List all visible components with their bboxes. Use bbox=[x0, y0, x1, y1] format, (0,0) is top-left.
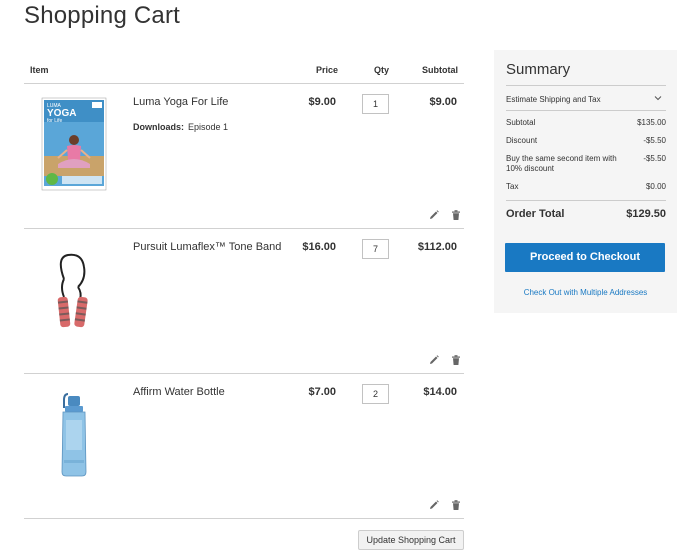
item-price: $7.00 bbox=[308, 386, 336, 398]
qty-input[interactable]: 2 bbox=[362, 384, 389, 404]
totals-value: -$5.50 bbox=[643, 136, 666, 145]
totals-row-subtotal: Subtotal $135.00 bbox=[506, 118, 666, 128]
product-name-link[interactable]: Pursuit Lumaflex™ Tone Band bbox=[133, 241, 281, 253]
item-subtotal: $14.00 bbox=[423, 386, 457, 398]
trash-icon[interactable] bbox=[450, 498, 462, 510]
order-total-value: $129.50 bbox=[626, 208, 666, 220]
totals-label: Discount bbox=[506, 136, 538, 145]
qty-input[interactable]: 7 bbox=[362, 239, 389, 259]
item-price: $9.00 bbox=[308, 96, 336, 108]
totals-row-discount: Discount -$5.50 bbox=[506, 136, 666, 146]
totals-label: Subtotal bbox=[506, 118, 536, 127]
item-price: $16.00 bbox=[302, 241, 336, 253]
totals-value: $0.00 bbox=[645, 182, 666, 191]
totals-list: Subtotal $135.00 Discount -$5.50 Buy the… bbox=[506, 118, 666, 200]
proceed-to-checkout-button[interactable]: Proceed to Checkout bbox=[505, 243, 665, 272]
page-title: Shopping Cart bbox=[24, 2, 181, 29]
estimate-shipping-toggle[interactable]: Estimate Shipping and Tax bbox=[506, 85, 666, 111]
summary-title: Summary bbox=[506, 61, 571, 78]
totals-label: Tax bbox=[506, 182, 519, 191]
qty-input[interactable]: 1 bbox=[362, 94, 389, 114]
pencil-icon[interactable] bbox=[428, 208, 440, 220]
totals-label: Buy the same second item with 10% discou… bbox=[506, 154, 617, 173]
multiple-addresses-link[interactable]: Check Out with Multiple Addresses bbox=[494, 288, 677, 297]
table-header: Item Price Qty Subtotal bbox=[24, 55, 464, 84]
pencil-icon[interactable] bbox=[428, 498, 440, 510]
estimate-shipping-label: Estimate Shipping and Tax bbox=[506, 95, 601, 104]
product-image-tone-band[interactable] bbox=[34, 239, 114, 339]
product-name-link[interactable]: Affirm Water Bottle bbox=[133, 386, 225, 398]
totals-row-promo: Buy the same second item with 10% discou… bbox=[506, 154, 666, 174]
chevron-down-icon bbox=[654, 96, 662, 101]
item-subtotal: $112.00 bbox=[417, 241, 457, 253]
product-image-yoga-dvd[interactable]: LUMA YOGA for Life bbox=[34, 94, 114, 194]
order-total: Order Total $129.50 bbox=[506, 200, 666, 220]
option-value: Episode 1 bbox=[188, 122, 229, 132]
dvd-tagline-text: for Life bbox=[47, 118, 63, 124]
cart-row-water-bottle: Affirm Water Bottle $7.00 2 $14.00 bbox=[24, 374, 464, 519]
cart-table: Item Price Qty Subtotal LUMA YOGA for Li… bbox=[24, 55, 464, 519]
totals-value: -$5.50 bbox=[643, 154, 666, 163]
update-cart-button[interactable]: Update Shopping Cart bbox=[358, 530, 464, 550]
order-total-label: Order Total bbox=[506, 208, 565, 220]
item-subtotal: $9.00 bbox=[429, 96, 457, 108]
product-option: Downloads: Episode 1 bbox=[133, 122, 228, 132]
header-qty: Qty bbox=[374, 65, 390, 75]
product-name-link[interactable]: Luma Yoga For Life bbox=[133, 96, 228, 108]
product-image-water-bottle[interactable] bbox=[34, 384, 114, 484]
totals-value: $135.00 bbox=[637, 118, 666, 127]
trash-icon[interactable] bbox=[450, 353, 462, 365]
pencil-icon[interactable] bbox=[428, 353, 440, 365]
header-price: Price bbox=[316, 65, 339, 75]
cart-row-yoga-dvd: LUMA YOGA for Life Luma Yoga For Life Do… bbox=[24, 84, 464, 229]
trash-icon[interactable] bbox=[450, 208, 462, 220]
cart-row-tone-band: Pursuit Lumaflex™ Tone Band $16.00 7 $11… bbox=[24, 229, 464, 374]
header-item: Item bbox=[30, 65, 49, 75]
totals-row-tax: Tax $0.00 bbox=[506, 182, 666, 192]
summary-panel: Summary Estimate Shipping and Tax Subtot… bbox=[494, 50, 677, 313]
header-subtotal: Subtotal bbox=[422, 65, 458, 75]
option-label: Downloads: bbox=[133, 122, 184, 132]
